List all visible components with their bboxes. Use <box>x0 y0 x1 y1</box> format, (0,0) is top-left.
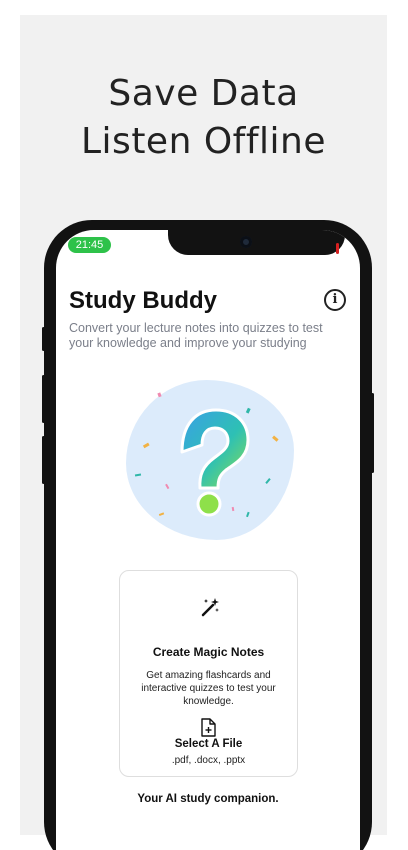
magic-wand-icon <box>201 598 219 617</box>
app-subtitle: Convert your lecture notes into quizzes … <box>69 321 323 350</box>
phone-notch <box>168 230 345 255</box>
app-title: Study Buddy <box>69 287 217 314</box>
question-mark-illustration <box>134 392 279 518</box>
status-time: 21:45 <box>68 237 111 253</box>
phone-screen: 21:45 Study Buddy i Convert your lecture… <box>56 230 360 850</box>
card-title: Create Magic Notes <box>152 645 265 659</box>
recording-indicator <box>336 243 339 254</box>
promo-headline-line1: Save Data <box>108 73 299 114</box>
card-description: Get amazing flashcards and interactive q… <box>141 670 276 707</box>
file-types-text: .pdf, .docx, .pptx <box>171 755 246 766</box>
app-store-screenshot: Save Data Listen Offline 21:45 Study Bud… <box>0 0 408 850</box>
select-file-button[interactable]: Select A File <box>120 738 297 750</box>
promo-headline-line2: Listen Offline <box>81 121 326 162</box>
file-plus-icon[interactable] <box>200 718 217 737</box>
create-magic-notes-card[interactable]: Create Magic Notes Get amazing flashcard… <box>119 570 298 777</box>
camera-icon <box>240 236 252 248</box>
info-icon[interactable]: i <box>324 289 346 311</box>
tagline: Your AI study companion. <box>137 793 279 805</box>
